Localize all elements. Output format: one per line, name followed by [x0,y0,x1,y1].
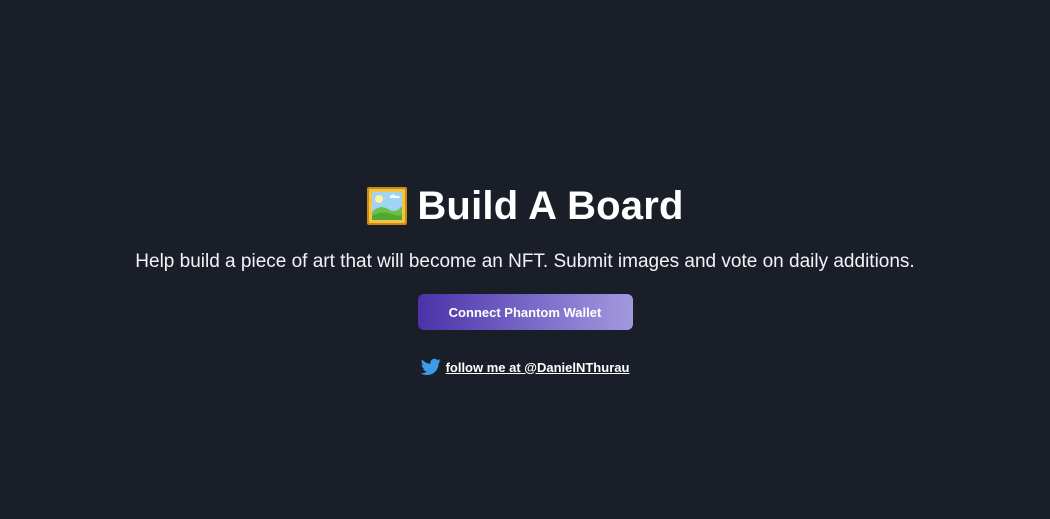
twitter-link[interactable]: follow me at @DanielNThurau [446,360,630,375]
page-title: Build A Board [417,184,684,228]
framed-picture-icon [366,186,408,226]
twitter-bird-icon [420,358,441,376]
title-row: Build A Board [366,183,683,229]
hero: Build A Board Help build a piece of art … [0,183,1050,381]
connect-wallet-button[interactable]: Connect Phantom Wallet [417,294,633,330]
twitter-follow: follow me at @DanielNThurau [420,358,630,376]
page-subtitle: Help build a piece of art that will beco… [135,251,915,272]
